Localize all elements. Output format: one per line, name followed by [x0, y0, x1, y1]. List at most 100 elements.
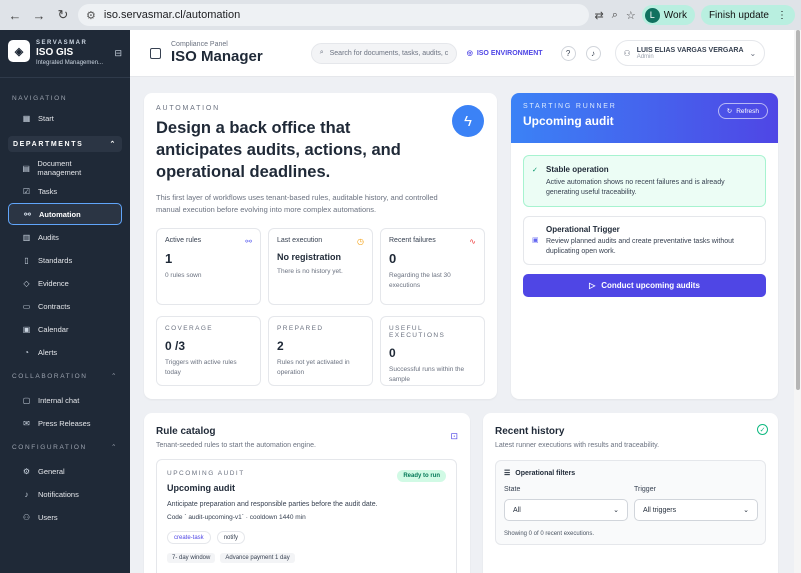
brand-logo: ◈ — [8, 40, 30, 62]
sidebar-item-contracts[interactable]: ▭ Contracts — [8, 295, 122, 317]
activity-icon: ∿ — [469, 237, 476, 246]
chevron-down-icon: ⌄ — [749, 48, 757, 58]
address-bar[interactable]: ⚙ iso.servasmar.cl/automation — [78, 4, 589, 26]
sidebar-item-label: Contracts — [38, 301, 71, 311]
reload-icon[interactable]: ↻ — [54, 6, 72, 24]
rule-title: Upcoming audit — [167, 483, 235, 493]
chat-icon: ▢ — [22, 395, 31, 405]
link-icon: ⚯ — [245, 237, 252, 246]
sidebar-item-calendar[interactable]: ▣ Calendar — [8, 318, 122, 340]
sidebar-item-evidence[interactable]: ◇ Evidence — [8, 272, 122, 294]
state-select[interactable]: All ⌄ — [504, 499, 628, 521]
stat-description: Regarding the last 30 executions — [389, 272, 451, 289]
sidebar-item-document-management[interactable]: ▤ Document management — [8, 157, 122, 179]
navigation-heading: NAVIGATION — [12, 94, 68, 102]
page-scrollbar[interactable] — [794, 30, 801, 573]
toggle-sidebar-icon[interactable] — [150, 47, 161, 59]
trigger-select[interactable]: All triggers ⌄ — [634, 499, 758, 521]
page-subtitle: Compliance Panel — [171, 41, 228, 48]
profile-button[interactable]: L Work — [641, 5, 695, 25]
user-menu[interactable]: ⚇ LUIS ELIAS VARGAS VERGARA Admin ⌄ — [614, 40, 766, 66]
clock-icon: ◷ — [357, 237, 364, 246]
metric-description: Rules not yet activated in operation — [277, 359, 350, 376]
calendar-icon: ▣ — [22, 324, 31, 334]
rule-meta: 7- day window — [167, 553, 216, 563]
finish-update-label: Finish update — [708, 9, 769, 21]
robot-icon: ⊡ — [450, 431, 458, 441]
collapse-sidebar-icon[interactable]: ⊟ — [114, 48, 122, 59]
sidebar-item-label: Tasks — [38, 186, 58, 196]
sidebar-item-label: Audits — [38, 232, 59, 242]
sidebar-item-standards[interactable]: ▯ Standards — [8, 249, 122, 271]
mail-icon: ✉ — [23, 418, 30, 428]
rule-tag: notify — [216, 531, 246, 544]
configuration-heading[interactable]: CONFIGURATION ⌃ — [0, 439, 130, 455]
hero-description: This first layer of workflows uses tenan… — [156, 193, 438, 214]
sidebar-item-start[interactable]: ▦ Start — [8, 107, 122, 129]
sidebar-item-users[interactable]: ⚇ Users — [8, 506, 122, 528]
filter-icon: ☰ — [504, 470, 511, 477]
status-panel: ✓ Stable operation Active automation sho… — [523, 155, 766, 207]
profile-label: Work — [663, 9, 687, 21]
sidebar-item-alerts[interactable]: ◔ Alerts — [8, 341, 122, 363]
sidebar-item-notifications[interactable]: ♪ Notifications — [8, 483, 122, 505]
metric-label: USEFUL EXECUTIONS — [389, 325, 446, 339]
brand-subtitle: Integrated Managemen... — [36, 60, 104, 66]
bookmark-star-icon[interactable]: ☆ — [626, 9, 636, 22]
trigger-title: Operational Trigger — [546, 225, 620, 234]
search-input[interactable]: ⌕ Search for documents, tasks, audits, c — [310, 42, 457, 64]
chevron-down-icon: ⌄ — [613, 507, 619, 514]
sidebar-item-tasks[interactable]: ☑ Tasks — [8, 180, 122, 202]
stat-value: No registration — [277, 252, 342, 262]
sidebar-item-label: Users — [38, 512, 58, 522]
user-icon: ⚇ — [623, 48, 631, 58]
metric-value: 0 — [389, 346, 396, 360]
finish-update-button[interactable]: Finish update ⋮ — [700, 5, 795, 25]
rule-item[interactable]: UPCOMING AUDIT Ready to run Upcoming aud… — [156, 459, 457, 573]
sidebar-item-label: Notifications — [38, 489, 79, 499]
refresh-button[interactable]: ↻ Refresh — [717, 103, 768, 119]
sidebar-item-label: Start — [38, 113, 54, 123]
automation-hero-card: AUTOMATION Design a back office that ant… — [144, 93, 497, 399]
operational-filters: ☰ Operational filters State Trigger All … — [495, 460, 766, 545]
collaboration-heading[interactable]: COLLABORATION ⌃ — [0, 368, 130, 384]
scrollbar-thumb[interactable] — [796, 30, 800, 390]
user-name: LUIS ELIAS VARGAS VERGARA — [636, 46, 744, 54]
departments-heading[interactable]: DEPARTMENTS ⌃ — [8, 136, 122, 152]
recent-history-card: Recent history Latest runner executions … — [483, 413, 778, 573]
sliders-icon: ⚯ — [24, 209, 31, 219]
environment-label: ISO ENVIRONMENT — [476, 49, 543, 57]
rule-catalog-card: Rule catalog Tenant-seeded rules to star… — [144, 413, 470, 573]
chevron-up-icon: ⌃ — [110, 444, 118, 451]
metric-description: Triggers with active rules today — [165, 359, 237, 376]
stat-label: Active rules — [165, 237, 202, 244]
collaboration-heading-label: COLLABORATION — [12, 372, 88, 380]
check-circle-icon: ✓ — [532, 167, 538, 174]
chevron-up-icon: ⌃ — [109, 141, 117, 148]
back-icon[interactable]: ← — [6, 6, 24, 24]
sidebar-item-label: Document management — [37, 159, 82, 177]
status-text: Active automation shows no recent failur… — [546, 179, 725, 196]
sidebar-item-label: Press Releases — [38, 418, 91, 428]
sidebar-item-internal-chat[interactable]: ▢ Internal chat — [8, 389, 122, 411]
search-placeholder: Search for documents, tasks, audits, c — [329, 49, 449, 57]
conduct-audits-button[interactable]: ▷ Conduct upcoming audits — [523, 274, 766, 297]
sidebar-item-press-releases[interactable]: ✉ Press Releases — [8, 412, 122, 434]
site-settings-icon[interactable]: ⚙ — [86, 9, 96, 22]
sidebar-item-general[interactable]: ⚙ General — [8, 460, 122, 482]
sidebar-item-label: Standards — [38, 255, 73, 265]
calendar-icon: ▣ — [532, 237, 539, 244]
translate-icon[interactable]: ⇄ — [595, 9, 604, 22]
help-icon[interactable]: ? — [560, 45, 576, 61]
zoom-icon[interactable]: ⌕ — [612, 9, 618, 22]
kebab-menu-icon[interactable]: ⋮ — [777, 10, 787, 21]
alert-icon: ◔ — [24, 347, 29, 357]
environment-button[interactable]: ◎ ISO ENVIRONMENT — [466, 49, 543, 58]
bell-icon[interactable]: ♪ — [585, 45, 601, 61]
forward-icon[interactable]: → — [30, 6, 48, 24]
sidebar-item-automation[interactable]: ⚯ Automation — [8, 203, 122, 225]
page-title: ISO Manager — [171, 48, 263, 65]
sidebar-item-audits[interactable]: ▥ Audits — [8, 226, 122, 248]
lightning-icon: ϟ — [452, 105, 484, 137]
globe-icon: ◎ — [466, 50, 473, 57]
